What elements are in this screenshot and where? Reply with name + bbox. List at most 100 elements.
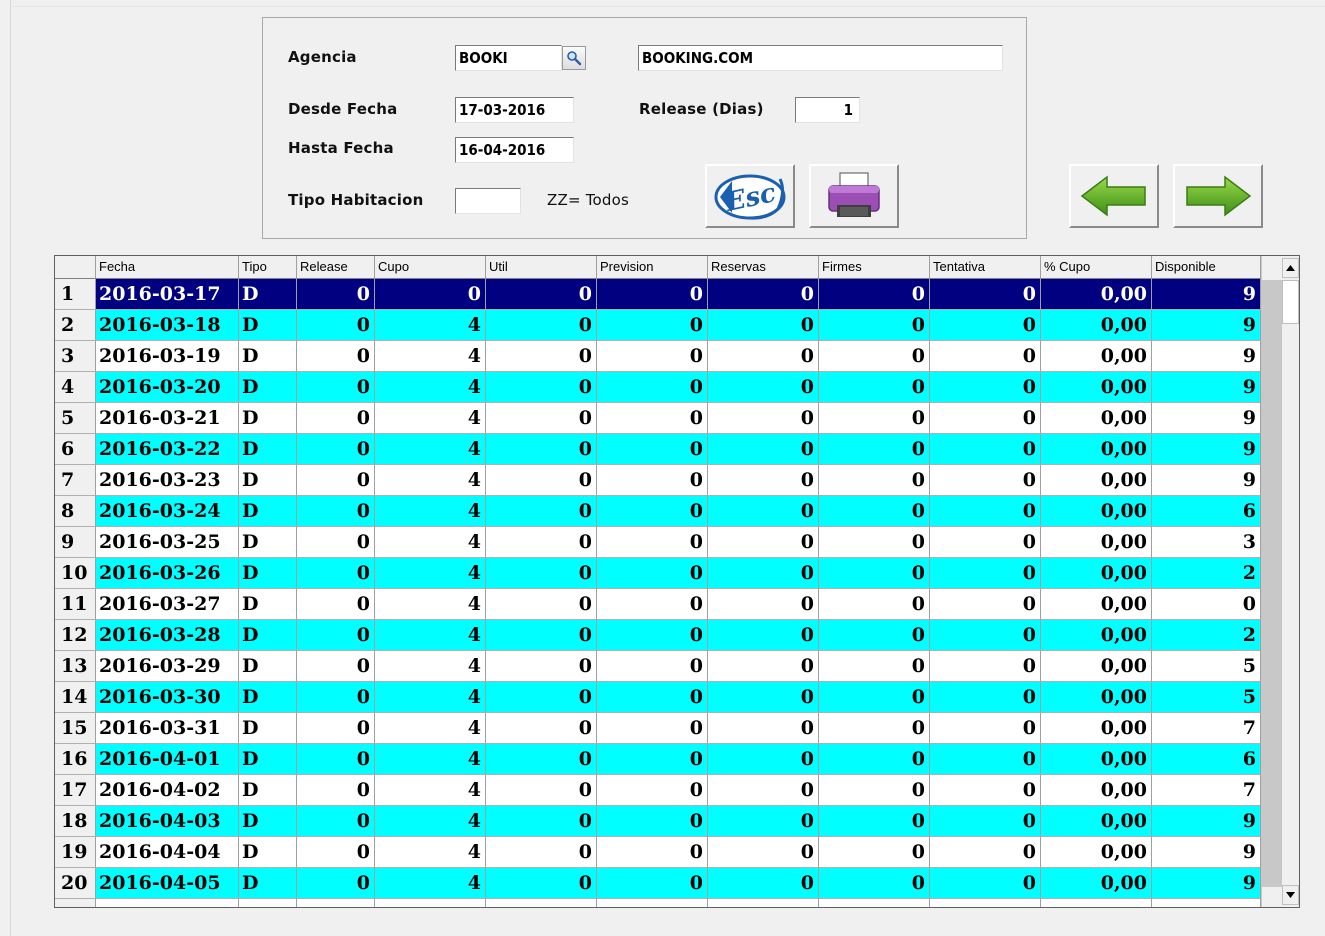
table-row[interactable]: 9 2016-03-25 D 0 4 0 0 0 0 0 0,00 3 [55,527,1261,558]
cupo-cell[interactable]: 4 [375,527,486,558]
tentativa-cell[interactable]: 0 [930,527,1041,558]
release-cell[interactable]: 0 [297,310,375,341]
pct-cupo-cell[interactable]: 0,00 [1041,465,1152,496]
prevision-cell[interactable]: 0 [597,837,708,868]
tipo-cell[interactable]: D [239,868,297,899]
disponible-cell[interactable]: 3 [1152,527,1261,558]
reservas-cell[interactable]: 0 [708,620,819,651]
table-row[interactable]: 16 2016-04-01 D 0 4 0 0 0 0 0 0,00 6 [55,744,1261,775]
cupo-cell[interactable]: 0 [375,279,486,310]
reservas-cell[interactable]: 0 [708,651,819,682]
reservas-cell[interactable]: 0 [708,434,819,465]
release-cell[interactable]: 0 [297,341,375,372]
prevision-cell[interactable]: 0 [597,775,708,806]
tentativa-cell[interactable]: 0 [930,403,1041,434]
firmes-cell[interactable]: 0 [819,310,930,341]
pct-cupo-cell[interactable]: 0,00 [1041,310,1152,341]
tipo-cell[interactable]: D [239,682,297,713]
reservas-cell[interactable]: 0 [708,775,819,806]
fecha-cell[interactable]: 2016-04-01 [96,744,239,775]
pct-cupo-cell[interactable]: 0,00 [1041,868,1152,899]
tipo-cell[interactable]: D [239,496,297,527]
cupo-cell[interactable]: 4 [375,465,486,496]
firmes-cell[interactable]: 0 [819,837,930,868]
column-header-disponible[interactable]: Disponible [1152,256,1261,279]
tentativa-cell[interactable]: 0 [930,868,1041,899]
cupo-cell[interactable]: 4 [375,620,486,651]
fecha-cell[interactable]: 2016-03-24 [96,496,239,527]
prevision-cell[interactable]: 0 [597,651,708,682]
disponible-cell[interactable]: 9 [1152,806,1261,837]
disponible-cell[interactable]: 9 [1152,341,1261,372]
disponible-cell[interactable]: 9 [1152,372,1261,403]
util-cell[interactable]: 0 [486,434,597,465]
column-header-reservas[interactable]: Reservas [708,256,819,279]
prevision-cell[interactable]: 0 [597,806,708,837]
pct-cupo-cell[interactable]: 0,00 [1041,775,1152,806]
pct-cupo-cell[interactable]: 0,00 [1041,558,1152,589]
disponible-cell[interactable]: 9 [1152,465,1261,496]
disponible-cell[interactable]: 9 [1152,434,1261,465]
prevision-cell[interactable]: 0 [597,620,708,651]
firmes-cell[interactable]: 0 [819,682,930,713]
util-cell[interactable]: 0 [486,682,597,713]
util-cell[interactable]: 0 [486,465,597,496]
fecha-cell[interactable]: 2016-04-02 [96,775,239,806]
firmes-cell[interactable]: 0 [819,620,930,651]
util-cell[interactable]: 0 [486,775,597,806]
tipo-cell[interactable]: D [239,341,297,372]
disponible-cell[interactable]: 5 [1152,651,1261,682]
fecha-cell[interactable]: 2016-03-23 [96,465,239,496]
firmes-cell[interactable]: 0 [819,372,930,403]
firmes-cell[interactable]: 0 [819,589,930,620]
tentativa-cell[interactable]: 0 [930,775,1041,806]
reservas-cell[interactable]: 0 [708,744,819,775]
firmes-cell[interactable]: 0 [819,434,930,465]
disponible-cell[interactable]: 6 [1152,744,1261,775]
disponible-cell[interactable]: 9 [1152,837,1261,868]
disponible-cell[interactable]: 9 [1152,279,1261,310]
tentativa-cell[interactable]: 0 [930,372,1041,403]
agencia-name-field[interactable]: BOOKING.COM [638,45,1003,71]
util-cell[interactable]: 0 [486,527,597,558]
fecha-cell[interactable]: 2016-03-18 [96,310,239,341]
release-cell[interactable]: 0 [297,372,375,403]
table-row[interactable]: 13 2016-03-29 D 0 4 0 0 0 0 0 0,00 5 [55,651,1261,682]
reservas-cell[interactable]: 0 [708,496,819,527]
tentativa-cell[interactable]: 0 [930,682,1041,713]
prevision-cell[interactable]: 0 [597,496,708,527]
tentativa-cell[interactable]: 0 [930,341,1041,372]
tipo-cell[interactable]: D [239,713,297,744]
util-cell[interactable]: 0 [486,310,597,341]
tentativa-cell[interactable]: 0 [930,620,1041,651]
util-cell[interactable]: 0 [486,868,597,899]
table-row[interactable]: 8 2016-03-24 D 0 4 0 0 0 0 0 0,00 6 [55,496,1261,527]
tipo-habitacion-field[interactable] [455,188,521,214]
release-cell[interactable]: 0 [297,868,375,899]
util-cell[interactable]: 0 [486,496,597,527]
column-header-pct-cupo[interactable]: % Cupo [1041,256,1152,279]
table-row[interactable]: 5 2016-03-21 D 0 4 0 0 0 0 0 0,00 9 [55,403,1261,434]
release-cell[interactable]: 0 [297,837,375,868]
firmes-cell[interactable]: 0 [819,775,930,806]
tentativa-cell[interactable]: 0 [930,589,1041,620]
util-cell[interactable]: 0 [486,279,597,310]
disponible-cell[interactable]: 5 [1152,682,1261,713]
reservas-cell[interactable]: 0 [708,372,819,403]
util-cell[interactable]: 0 [486,744,597,775]
pct-cupo-cell[interactable]: 0,00 [1041,341,1152,372]
column-header-cupo[interactable]: Cupo [375,256,486,279]
pct-cupo-cell[interactable]: 0,00 [1041,620,1152,651]
column-header-tentativa[interactable]: Tentativa [930,256,1041,279]
tentativa-cell[interactable]: 0 [930,744,1041,775]
pct-cupo-cell[interactable]: 0,00 [1041,589,1152,620]
tipo-cell[interactable]: D [239,465,297,496]
pct-cupo-cell[interactable]: 0,00 [1041,651,1152,682]
tipo-cell[interactable]: D [239,372,297,403]
reservas-cell[interactable]: 0 [708,527,819,558]
cupo-cell[interactable]: 4 [375,496,486,527]
print-button[interactable] [809,164,899,228]
reservas-cell[interactable]: 0 [708,310,819,341]
release-cell[interactable]: 0 [297,558,375,589]
desde-fecha-field[interactable]: 17-03-2016 [455,97,574,123]
